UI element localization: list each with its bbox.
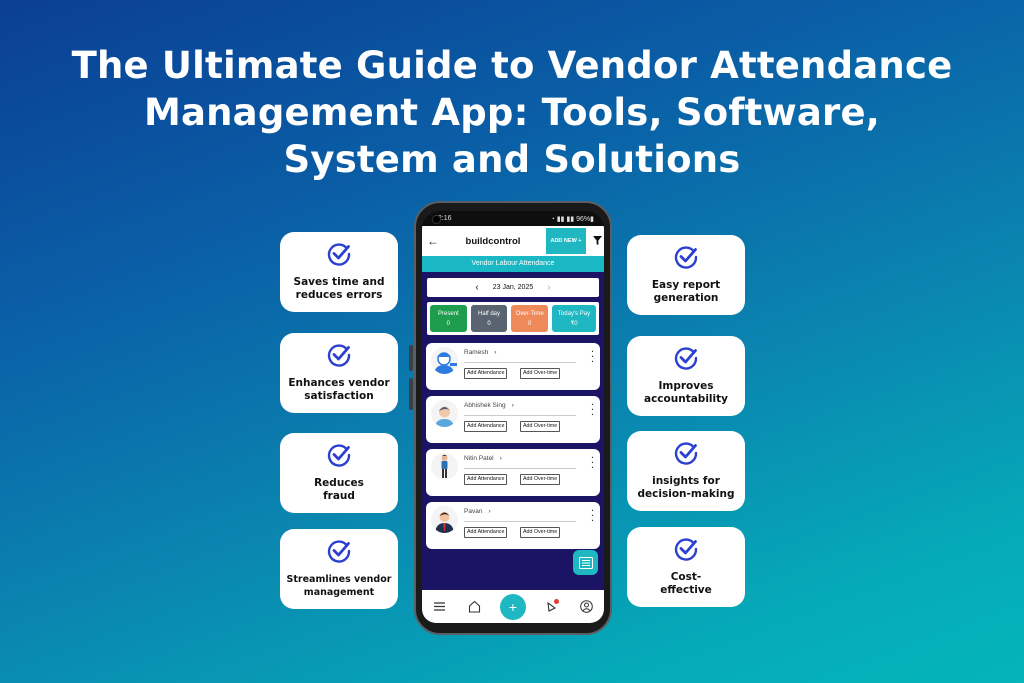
check-circle-icon xyxy=(327,243,351,266)
benefit-label: Enhances vendor satisfaction xyxy=(288,377,390,402)
bell-icon[interactable] xyxy=(541,597,561,617)
phone-volume-button xyxy=(409,345,413,371)
chevron-right-icon: › xyxy=(511,402,514,409)
status-bar: 12:16 ◔ ▮▮ ▮▮ 96%▮ xyxy=(422,211,604,226)
add-overtime-button[interactable]: Add Over-time xyxy=(520,527,561,538)
benefit-label: Improves accountability xyxy=(644,380,728,405)
worker-card[interactable]: Abhishek Sing › · · · Add Attendance Add Ov… xyxy=(426,396,600,443)
check-circle-icon xyxy=(327,444,351,467)
section-title: Vendor Labour Attendance xyxy=(422,256,604,272)
divider xyxy=(464,362,576,363)
benefit-card-vendor-satisfaction: Enhances vendor satisfaction xyxy=(280,333,398,413)
worker-avatar xyxy=(431,347,458,374)
add-attendance-button[interactable]: Add Attendance xyxy=(464,474,508,485)
menu-icon[interactable] xyxy=(430,597,450,617)
divider xyxy=(464,521,576,522)
home-icon[interactable] xyxy=(465,597,485,617)
worker-card[interactable]: Nitin Patel › · · · Add Attendance Add Over… xyxy=(426,449,600,496)
benefit-card-accountability: Improves accountability xyxy=(627,336,745,416)
add-overtime-button[interactable]: Add Over-time xyxy=(520,368,561,379)
benefit-label: Easy report generation xyxy=(651,279,721,304)
benefit-card-reduces-fraud: Reduces fraud xyxy=(280,433,398,513)
chevron-right-icon: › xyxy=(494,349,497,356)
benefit-label: Reduces fraud xyxy=(314,477,364,502)
check-circle-icon xyxy=(674,538,698,561)
plus-icon[interactable]: + xyxy=(499,593,526,620)
title-line-1: The Ultimate Guide to Vendor Attendance xyxy=(71,44,953,87)
stat-over-time[interactable]: Over-Time 0 xyxy=(511,305,549,332)
worker-avatar xyxy=(431,400,458,427)
add-new-button[interactable]: ADD NEW + xyxy=(546,228,586,254)
benefit-card-saves-time: Saves time and reduces errors xyxy=(280,232,398,312)
list-icon xyxy=(578,556,593,569)
title-line-3: System and Solutions xyxy=(283,138,741,181)
worker-name[interactable]: Pavan › xyxy=(464,508,491,515)
worker-name[interactable]: Abhishek Sing › xyxy=(464,402,514,409)
check-circle-icon xyxy=(674,246,698,269)
date-value: 23 Jan, 2025 xyxy=(492,284,534,291)
benefit-card-cost-effective: Cost-effective xyxy=(627,527,745,607)
benefit-label: Cost-effective xyxy=(660,571,712,596)
phone-screen: 12:16 ◔ ▮▮ ▮▮ 96%▮ ← buildcontrol ADD NE… xyxy=(422,211,604,623)
check-circle-icon xyxy=(327,344,351,367)
profile-icon[interactable] xyxy=(576,597,596,617)
attendance-stats: Present 0 Half day 0 Over-Time 0 Today's Pa… xyxy=(427,302,599,335)
worker-name[interactable]: Nitin Patel › xyxy=(464,455,502,462)
chevron-right-icon: › xyxy=(488,508,491,515)
app-bar: ← buildcontrol ADD NEW + xyxy=(422,226,604,256)
app-brand: buildcontrol xyxy=(465,235,521,247)
stat-half-day[interactable]: Half day 0 xyxy=(470,305,508,332)
divider xyxy=(464,415,576,416)
chevron-left-icon[interactable]: ‹ xyxy=(475,282,478,293)
add-attendance-button[interactable]: Add Attendance xyxy=(464,527,508,538)
date-selector: ‹ 23 Jan, 2025 › xyxy=(427,278,599,297)
filter-icon[interactable] xyxy=(590,235,604,247)
worker-avatar xyxy=(431,506,458,533)
more-vert-icon[interactable]: · · · xyxy=(591,348,594,366)
worker-card[interactable]: Ramesh › · · · Add Attendance Add Over-time xyxy=(426,343,600,390)
add-overtime-button[interactable]: Add Over-time xyxy=(520,474,561,485)
check-circle-icon xyxy=(327,540,351,563)
more-vert-icon[interactable]: · · · xyxy=(591,507,594,525)
list-view-button[interactable] xyxy=(573,550,598,575)
title-line-2: Management App: Tools, Software, xyxy=(143,91,881,134)
benefit-label: insights for decision-making xyxy=(637,475,735,500)
check-circle-icon xyxy=(674,347,698,370)
benefit-label: Saves time and reduces errors xyxy=(293,276,385,301)
add-attendance-button[interactable]: Add Attendance xyxy=(464,421,508,432)
benefit-card-easy-report: Easy report generation xyxy=(627,235,745,315)
worker-avatar xyxy=(431,453,458,480)
worker-card[interactable]: Pavan › · · · Add Attendance Add Over-time xyxy=(426,502,600,549)
more-vert-icon[interactable]: · · · xyxy=(591,454,594,472)
check-circle-icon xyxy=(674,442,698,465)
chevron-right-icon: › xyxy=(499,455,502,462)
phone-mockup: 12:16 ◔ ▮▮ ▮▮ 96%▮ ← buildcontrol ADD NE… xyxy=(414,201,612,635)
notification-dot xyxy=(554,598,560,604)
stat-present[interactable]: Present 0 xyxy=(430,305,467,332)
chevron-right-icon[interactable]: › xyxy=(547,282,550,293)
worker-name[interactable]: Ramesh › xyxy=(464,349,496,356)
add-overtime-button[interactable]: Add Over-time xyxy=(520,421,561,432)
more-vert-icon[interactable]: · · · xyxy=(591,401,594,419)
bottom-nav: + xyxy=(422,590,604,623)
divider xyxy=(464,468,576,469)
phone-power-button xyxy=(409,378,413,410)
status-battery: ◔ ▮▮ ▮▮ 96%▮ xyxy=(550,215,594,223)
arrow-left-icon[interactable]: ← xyxy=(422,234,444,248)
benefit-label: Streamlines vendor management xyxy=(286,574,392,598)
add-attendance-button[interactable]: Add Attendance xyxy=(464,368,508,379)
benefit-card-streamlines-management: Streamlines vendor management xyxy=(280,529,398,609)
front-camera xyxy=(432,215,441,224)
page-title: The Ultimate Guide to Vendor Attendance … xyxy=(0,42,1024,183)
benefit-card-insights: insights for decision-making xyxy=(627,431,745,511)
stat-todays-pay[interactable]: Today's Pay ₹0 xyxy=(552,305,597,332)
